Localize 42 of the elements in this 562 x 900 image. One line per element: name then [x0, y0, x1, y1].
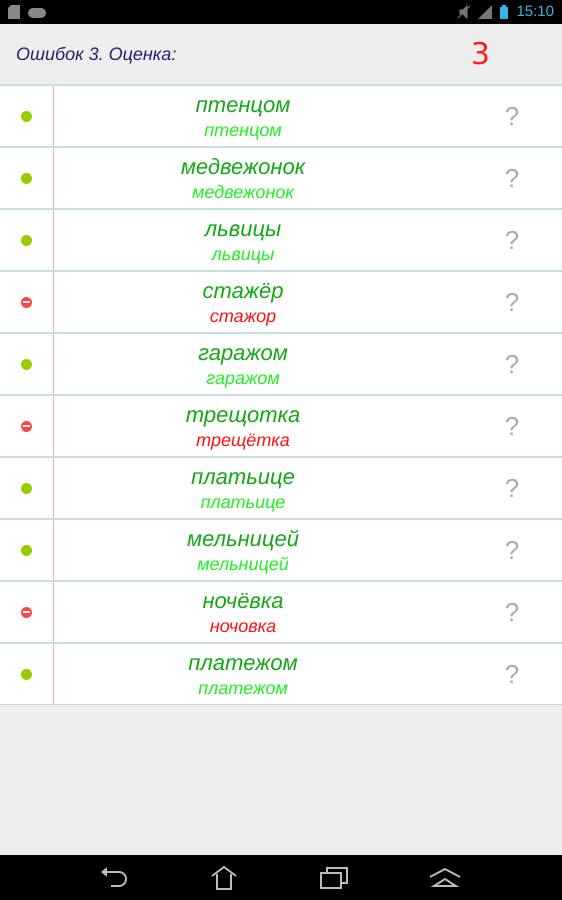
word: платьице [191, 463, 295, 491]
answer: птенцом [204, 119, 282, 141]
word: медвежонок [180, 153, 306, 181]
hint-button[interactable]: ? [504, 289, 520, 315]
answer: платежом [198, 677, 288, 699]
hint-button[interactable]: ? [504, 475, 520, 501]
signal-icon [478, 5, 492, 19]
hint-button[interactable]: ? [504, 227, 520, 253]
hint-button[interactable]: ? [504, 661, 520, 687]
answer: мельницей [197, 553, 289, 575]
answer: трещётка [196, 429, 290, 451]
word: стажёр [202, 277, 284, 305]
home-icon[interactable] [210, 864, 238, 890]
hint-button[interactable]: ? [504, 351, 520, 377]
word: птенцом [196, 91, 290, 119]
word: гаражом [198, 339, 288, 367]
grade: 3 [470, 36, 490, 74]
recent-apps-icon[interactable] [320, 866, 348, 890]
result-summary: Ошибок 3. Оценка: [16, 42, 178, 66]
menu-up-icon[interactable] [429, 868, 462, 888]
answer: стажор [210, 305, 276, 327]
answer: гаражом [206, 367, 280, 389]
sd-card-icon [8, 5, 20, 19]
hint-button[interactable]: ? [504, 413, 520, 439]
mute-icon [458, 5, 470, 19]
answer: платьице [200, 491, 286, 513]
word: мельницей [187, 525, 299, 553]
back-icon[interactable] [100, 866, 129, 890]
answer: львицы [212, 243, 274, 265]
answer: ночовка [210, 615, 276, 637]
word: ночёвка [202, 587, 284, 615]
hint-button[interactable]: ? [504, 537, 520, 563]
word: трещотка [186, 401, 300, 429]
word: львицы [204, 215, 282, 243]
battery-icon [500, 5, 508, 19]
word: платежом [188, 649, 298, 677]
hint-button[interactable]: ? [504, 599, 520, 625]
hint-button[interactable]: ? [504, 103, 520, 129]
clock: 15:10 [516, 2, 554, 22]
answer: медвежонок [192, 181, 294, 203]
hint-button[interactable]: ? [504, 165, 520, 191]
android-icon [28, 6, 46, 18]
